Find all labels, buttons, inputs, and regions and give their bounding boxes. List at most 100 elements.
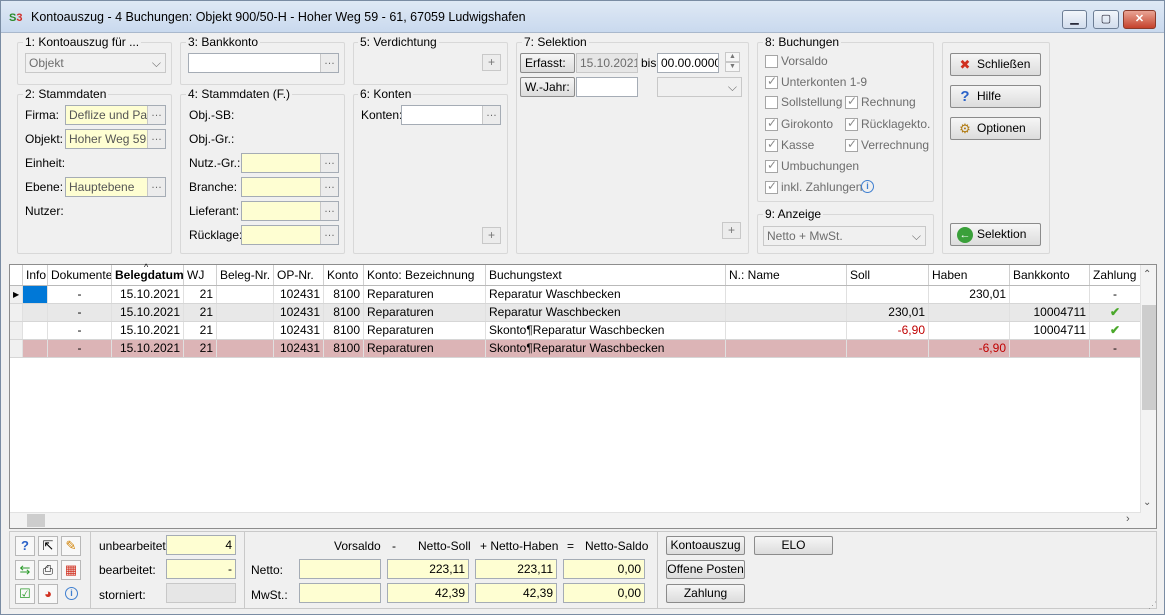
minimize-button[interactable]: ▁ [1062,10,1087,29]
elo-button[interactable]: ELO [754,536,833,555]
zahlung-button[interactable]: Zahlung [666,584,745,603]
scroll-up-icon[interactable]: ⌃ [1143,269,1151,280]
umbuchungen-checkbox[interactable] [765,158,778,173]
pointer-icon[interactable]: ⇱ [38,536,58,556]
wjahr-field[interactable] [576,77,638,97]
konten-field[interactable]: … [401,105,501,125]
col-header[interactable]: Dokumente [48,265,112,285]
bank-cell[interactable]: 10004711 [1010,304,1090,321]
verrechnung-checkbox[interactable] [845,137,858,152]
ruecklage-field[interactable]: … [241,225,339,245]
name-cell[interactable] [726,286,847,303]
hilfe-button[interactable]: ? Hilfe [950,85,1041,108]
firma-field[interactable]: Deflize und Part… [65,105,166,125]
bank-cell[interactable] [1010,340,1090,357]
col-header[interactable]: Zahlung [1090,265,1141,285]
offene-posten-button[interactable]: Offene Posten [666,560,745,579]
col-header[interactable]: Bankkonto [1010,265,1090,285]
col-header[interactable]: Konto [324,265,364,285]
lookup-dots-icon[interactable]: … [147,130,165,148]
wjahr-button[interactable]: W.-Jahr: [520,77,575,97]
scrollbar-thumb[interactable] [27,514,45,527]
add-verdichtung-button[interactable]: + [482,54,501,71]
horizontal-scrollbar[interactable]: › [10,512,1141,528]
datum-cell[interactable]: 15.10.2021 [112,286,184,303]
kasse-checkbox[interactable] [765,137,778,152]
lookup-dots-icon[interactable]: … [320,226,338,244]
row-indicator[interactable] [10,340,23,357]
zahlung-cell[interactable]: ✔ [1090,304,1141,321]
refresh-icon[interactable]: ⇆ [15,560,35,580]
vorsaldo-checkbox[interactable] [765,55,778,68]
zahlung-cell[interactable]: - [1090,340,1141,357]
rechnung-checkbox[interactable] [845,94,858,109]
beleg-cell[interactable] [217,322,274,339]
maximize-button[interactable]: ▢ [1093,10,1119,29]
text-cell[interactable]: Reparatur Waschbecken [486,304,726,321]
date-from-field[interactable]: 15.10.2021 [576,53,638,73]
dok-cell[interactable]: - [48,304,112,321]
name-cell[interactable] [726,304,847,321]
dok-cell[interactable]: - [48,340,112,357]
col-header[interactable]: Haben [929,265,1010,285]
table-row[interactable]: -15.10.2021 21 102431 8100 Reparaturen Skonto… [10,340,1141,358]
info-icon[interactable]: i [65,587,78,600]
bank-cell[interactable]: 10004711 [1010,322,1090,339]
op-cell[interactable]: 102431 [274,286,324,303]
text-cell[interactable]: Reparatur Waschbecken [486,286,726,303]
add-selektion-button[interactable]: + [722,222,741,239]
soll-cell[interactable]: -6,90 [847,322,929,339]
datum-cell[interactable]: 15.10.2021 [112,304,184,321]
lookup-dots-icon[interactable]: … [320,202,338,220]
vertical-scrollbar[interactable]: ⌃ ⌄ [1140,265,1156,528]
wj-cell[interactable]: 21 [184,304,217,321]
pencil-icon[interactable]: ✎ [61,536,81,556]
info-cell[interactable] [23,322,48,339]
haben-cell[interactable] [929,322,1010,339]
konto-cell[interactable]: 8100 [324,340,364,357]
soll-cell[interactable]: 230,01 [847,304,929,321]
zahlung-cell[interactable]: - [1090,286,1141,303]
text-cell[interactable]: Skonto¶Reparatur Waschbecken [486,322,726,339]
bez-cell[interactable]: Reparaturen [364,322,486,339]
help-icon[interactable]: ? [15,536,35,556]
beleg-cell[interactable] [217,340,274,357]
row-indicator[interactable]: ▶ [10,286,23,303]
girokonto-checkbox[interactable] [765,116,778,131]
beleg-cell[interactable] [217,286,274,303]
datum-cell[interactable]: 15.10.2021 [112,322,184,339]
sollstellung-checkbox[interactable] [765,96,778,109]
row-indicator[interactable] [10,322,23,339]
bank-cell[interactable] [1010,286,1090,303]
name-cell[interactable] [726,322,847,339]
lookup-dots-icon[interactable]: … [147,178,165,196]
dok-cell[interactable]: - [48,322,112,339]
col-header[interactable]: Beleg-Nr. [217,265,274,285]
col-header[interactable]: OP-Nr. [274,265,324,285]
konto-cell[interactable]: 8100 [324,286,364,303]
datum-cell[interactable]: 15.10.2021 [112,340,184,357]
col-header[interactable]: Konto: Bezeichnung [364,265,486,285]
haben-cell[interactable] [929,304,1010,321]
scroll-down-icon[interactable]: ⌄ [1143,497,1151,508]
soll-cell[interactable] [847,286,929,303]
inkl-zahlungen-checkbox[interactable] [765,179,778,194]
scrollbar-thumb[interactable] [1142,305,1156,410]
name-cell[interactable] [726,340,847,357]
close-button[interactable]: ✕ [1123,10,1156,29]
optionen-button[interactable]: ⚙ Optionen [950,117,1041,140]
bankkonto-field[interactable]: … [188,53,339,73]
row-indicator[interactable] [10,304,23,321]
wjahr-select[interactable]: ⌵ [657,77,742,97]
spin-up-icon[interactable]: ▲ [725,52,740,62]
col-header[interactable]: WJ [184,265,217,285]
op-cell[interactable]: 102431 [274,322,324,339]
lookup-dots-icon[interactable]: … [320,154,338,172]
buchungen-table[interactable]: Info Dokumente Belegdatum WJ Beleg-Nr. O… [9,262,1157,529]
nutz-gr-field[interactable]: … [241,153,339,173]
op-cell[interactable]: 102431 [274,340,324,357]
table-row[interactable]: -15.10.2021 21 102431 8100 Reparaturen Repara… [10,304,1141,322]
unterkonten-checkbox[interactable] [765,74,778,89]
beleg-cell[interactable] [217,304,274,321]
lookup-dots-icon[interactable]: … [320,54,338,72]
